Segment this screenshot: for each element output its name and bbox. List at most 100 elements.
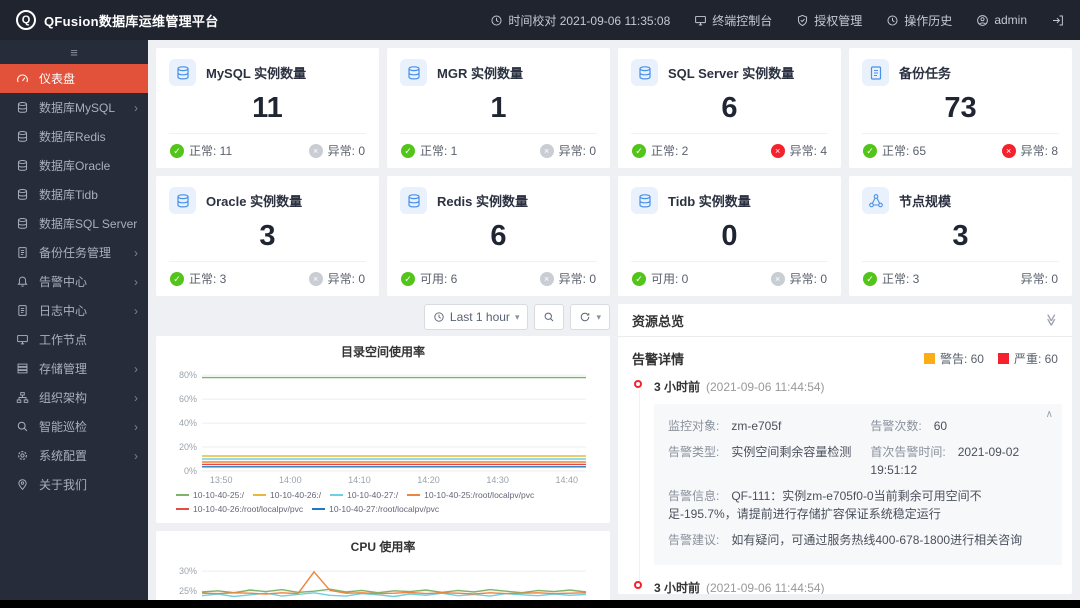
stat-card-mysql: MySQL 实例数量 11 ✓ 正常: 11 × 异常: 0 [156, 48, 379, 168]
alert-detail-box: ∧ 监控对象: zm-e705f 告警次数: 60 告警类型: 实例空间剩余容量检测 … [654, 404, 1062, 565]
sidebar-item-redis[interactable]: 数据库Redis [0, 122, 148, 151]
node-graph-icon [868, 193, 884, 209]
sidebar-item-oracle[interactable]: 数据库Oracle [0, 151, 148, 180]
ok-count: 正常: 65 [882, 144, 927, 158]
legend-item[interactable]: 10-10-40-27:/ [330, 489, 398, 501]
sidebar-item-organization[interactable]: 组织架构 › [0, 383, 148, 412]
clock-icon [490, 14, 503, 27]
app-logo-icon: Q [16, 10, 36, 30]
cpu-usage-chart-card: CPU 使用率 30%25%20%13:5014:0014:1014:2014:… [156, 531, 610, 608]
database-icon [637, 65, 653, 81]
legend-swatch [176, 508, 189, 510]
legend-item[interactable]: 10-10-40-27:/root/localpv/pvc [312, 503, 439, 515]
legend-item[interactable]: 10-10-40-26:/root/localpv/pvc [176, 503, 303, 515]
sidebar-item-mysql[interactable]: 数据库MySQL › [0, 93, 148, 122]
clock-icon [433, 311, 445, 323]
sidebar-item-tidb[interactable]: 数据库Tidb [0, 180, 148, 209]
svg-text:0%: 0% [184, 466, 197, 476]
check-circle-icon: ✓ [170, 271, 184, 286]
alert-count: 60 [933, 419, 948, 433]
document-icon [868, 65, 884, 81]
gear-icon [16, 449, 29, 462]
svg-text:80%: 80% [179, 370, 197, 380]
bell-icon [16, 275, 29, 288]
collapse-alert-icon[interactable]: ∧ [1046, 409, 1053, 420]
shield-icon [796, 14, 809, 27]
sidebar-item-dashboard[interactable]: 仪表盘 [0, 64, 148, 93]
storage-icon [16, 362, 29, 375]
critical-legend: 严重: 60 [997, 350, 1058, 367]
logout-button[interactable] [1051, 14, 1064, 27]
zoom-button[interactable] [534, 304, 565, 330]
legend-item[interactable]: 10-10-40-26:/ [253, 489, 321, 501]
sidebar-item-about[interactable]: 关于我们 [0, 470, 148, 499]
license-management-button[interactable]: 授权管理 [796, 12, 862, 29]
sidebar-item-log-center[interactable]: 日志中心 › [0, 296, 148, 325]
legend-item[interactable]: 10-10-40-25:/root/localpv/pvc [407, 489, 534, 501]
svg-text:60%: 60% [179, 394, 197, 404]
stat-card-backup: 备份任务 73 ✓ 正常: 65 × 异常: 8 [849, 48, 1072, 168]
ok-count: 正常: 1 [420, 144, 458, 158]
time-sync-label: 时间校对 2021-09-06 11:35:08 [508, 13, 671, 28]
legend-label: 10-10-40-27:/ [347, 490, 399, 500]
timeline-dot-icon [634, 580, 642, 589]
resource-overview-panel: 资源总览 ≫ 告警详情 警告: 60 严重: 60 3 小时前 (2021-09-… [618, 304, 1072, 594]
legend-label: 10-10-40-26:/root/localpv/pvc [193, 504, 304, 514]
sidebar-item-system-config[interactable]: 系统配置 › [0, 441, 148, 470]
legend-swatch [312, 508, 326, 510]
gauge-icon [16, 72, 29, 85]
chevron-down-icon: ▾ [514, 311, 520, 322]
warning-swatch [923, 353, 935, 364]
sidebar: ≡ 仪表盘 数据库MySQL › 数据库Redis 数据库Oracle 数据库Ti… [0, 40, 148, 608]
alert-timestamp: (2021-09-06 11:44:54) [706, 580, 825, 594]
stat-cards: MySQL 实例数量 11 ✓ 正常: 11 × 异常: 0 MGR 实例数量 1 ✓… [156, 48, 1072, 296]
sidebar-item-sqlserver[interactable]: 数据库SQL Server [0, 209, 148, 238]
main-content: MySQL 实例数量 11 ✓ 正常: 11 × 异常: 0 MGR 实例数量 1 ✓… [148, 40, 1080, 608]
svg-text:20%: 20% [179, 442, 197, 452]
panel-title: 资源总览 [632, 313, 685, 329]
alert-timestamp: (2021-09-06 11:44:54) [706, 380, 825, 394]
check-circle-icon: ✓ [170, 143, 184, 158]
svg-text:40%: 40% [179, 418, 197, 428]
document-icon [16, 304, 29, 317]
database-icon [16, 101, 29, 114]
bad-count: 异常: 0 [1020, 272, 1058, 286]
legend-swatch [330, 494, 344, 496]
x-circle-icon: × [539, 271, 554, 286]
ok-count: 正常: 2 [651, 144, 689, 158]
legend-item[interactable]: 10-10-40-25:/ [176, 489, 244, 501]
chart-toolbar: Last 1 hour ▾ ▾ [156, 304, 610, 330]
legend-label: 10-10-40-25:/root/localpv/pvc [424, 490, 535, 500]
chevron-right-icon: › [134, 303, 138, 318]
sidebar-item-storage[interactable]: 存储管理 › [0, 354, 148, 383]
legend-label: 10-10-40-27:/root/localpv/pvc [329, 504, 440, 514]
chart-legend: 10-10-40-25:/ 10-10-40-26:/ 10-10-40-27:/ 1… [168, 489, 598, 515]
collapse-sidebar-icon[interactable]: ≡ [70, 45, 78, 60]
sidebar-item-alert-center[interactable]: 告警中心 › [0, 267, 148, 296]
chevron-right-icon: › [134, 419, 138, 434]
timeline-dot-icon [634, 380, 642, 388]
database-icon [16, 188, 29, 201]
database-icon [16, 130, 29, 143]
alert-timeline: 3 小时前 (2021-09-06 11:44:54) ∧ 监控对象: zm-e70… [618, 378, 1072, 594]
time-range-button[interactable]: Last 1 hour ▾ [423, 304, 529, 330]
stat-card-sqlserver: SQL Server 实例数量 6 ✓ 正常: 2 × 异常: 4 [618, 48, 841, 168]
sidebar-nav: 仪表盘 数据库MySQL › 数据库Redis 数据库Oracle 数据库Tidb… [0, 64, 148, 499]
card-value: 1 [490, 92, 507, 124]
sidebar-item-inspection[interactable]: 智能巡检 › [0, 412, 148, 441]
stat-card-nodes: 节点规模 3 ✓ 正常: 3 异常: 0 [849, 176, 1072, 296]
operation-history-button[interactable]: 操作历史 [886, 12, 952, 29]
sidebar-item-backup-tasks[interactable]: 备份任务管理 › [0, 238, 148, 267]
svg-text:14:30: 14:30 [486, 475, 509, 485]
svg-text:25%: 25% [179, 586, 197, 596]
bad-count: 异常: 8 [1020, 144, 1058, 158]
collapse-panel-icon[interactable]: ≫ [1045, 314, 1059, 327]
sidebar-item-worker-nodes[interactable]: 工作节点 [0, 325, 148, 354]
card-value: 73 [944, 92, 977, 124]
database-icon [16, 159, 29, 172]
terminal-console-button[interactable]: 终端控制台 [694, 12, 772, 29]
user-menu[interactable]: admin [976, 13, 1027, 27]
operation-history-label: 操作历史 [904, 13, 953, 28]
org-chart-icon [16, 391, 29, 404]
refresh-button[interactable]: ▾ [570, 304, 610, 330]
